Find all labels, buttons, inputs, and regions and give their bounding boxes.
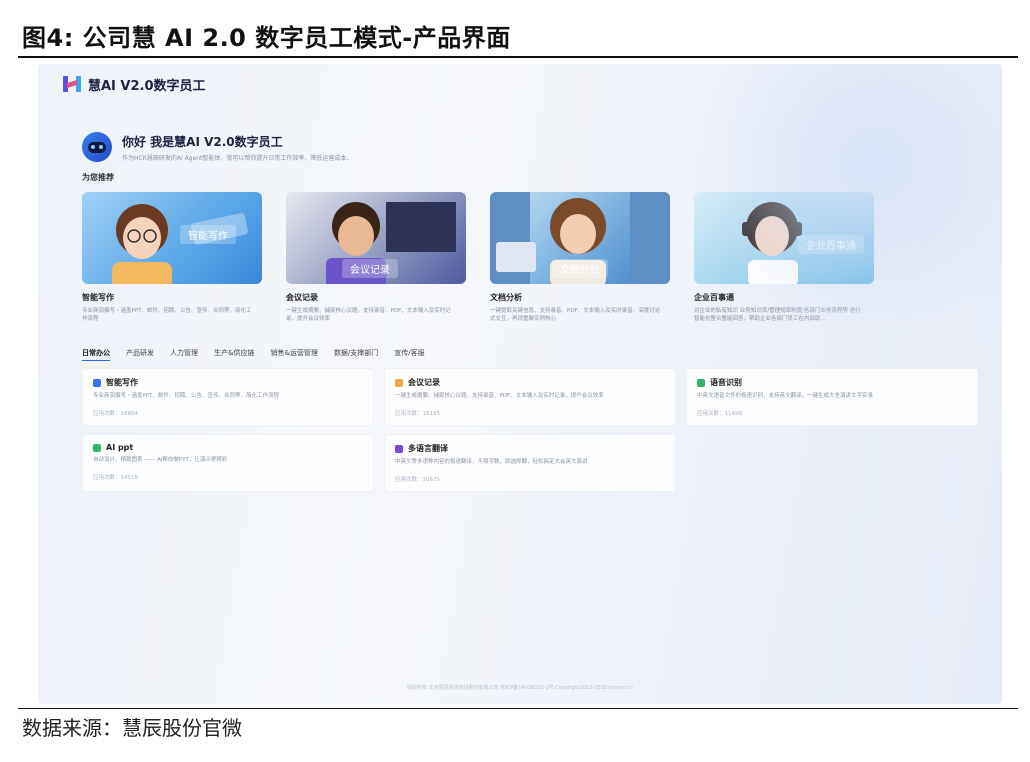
app-logo[interactable]: 慧AI V2.0数字员工 xyxy=(62,74,206,94)
tab-marketing[interactable]: 宣传/客服 xyxy=(394,348,424,361)
recommend-card-enterprise[interactable]: 企业百事通 企业百事通 对企业的私有知识 业务知识库/管理规章制度/各部门业务流… xyxy=(694,192,874,324)
tool-usage: 应用次数：11499 xyxy=(697,411,742,417)
tool-card-writing[interactable]: 智能写作 专业商润撰写・涵盖PPT、邮件、招聘、公告、宣传、合同等，简化工作流程… xyxy=(82,368,374,426)
tool-card-voice[interactable]: 语音识别 中英文语音文件的极速识别，支持英文翻译，一键生成大全演讲文字实录 应用… xyxy=(686,368,978,426)
top-rule xyxy=(18,56,1018,58)
recommend-heading: 为您推荐 xyxy=(82,173,114,182)
card-name: 文档分析 xyxy=(490,293,522,302)
tool-usage: 应用次数：16195 xyxy=(395,411,440,417)
translate-icon xyxy=(395,444,403,453)
recommend-card-document[interactable]: 文档分析 文档分析 一键提取关键信息、支持录音、PDF、文本输入及实时录音，深度… xyxy=(490,192,670,324)
card-name: 企业百事通 xyxy=(694,293,734,302)
greeting-block: 你好 我是慧AI V2.0数字员工 作为HCR慧辰研发的AI Agent智能体，… xyxy=(82,132,352,162)
tool-desc: 中英文等多语种内容的极速翻译，不限字数，即选即翻，轻松搞定大会英文演讲 xyxy=(395,459,588,465)
tool-name: 多语言翻译 xyxy=(408,444,448,453)
recommend-card-writing[interactable]: 智能写作 智能写作 专业商润撰写・涵盖PPT、邮件、招聘、公告、宣传、合同等，简… xyxy=(82,192,262,324)
tab-production[interactable]: 生产&供应链 xyxy=(214,348,254,361)
card-illustration: 会议记录 xyxy=(286,192,466,284)
card-illustration: 企业百事通 xyxy=(694,192,874,284)
pen-icon xyxy=(93,378,101,387)
meeting-icon xyxy=(395,378,403,387)
card-image-tag: 文档分析 xyxy=(552,259,608,278)
tool-name: 智能写作 xyxy=(106,378,138,387)
tab-hr[interactable]: 人力管理 xyxy=(170,348,198,361)
card-image-tag: 企业百事通 xyxy=(798,235,864,254)
card-desc: 一键生成摘要、捕捉核心议题。支持录音、PDF、文本输入及实时记录，提升会议效率 xyxy=(286,308,451,323)
greeting-title: 你好 我是慧AI V2.0数字员工 xyxy=(122,134,283,149)
tab-data-support[interactable]: 数据/支撑部门 xyxy=(334,348,378,361)
app-name: 慧AI V2.0数字员工 xyxy=(88,78,206,94)
brand-h-icon xyxy=(62,74,82,94)
card-name: 会议记录 xyxy=(286,293,318,302)
card-desc: 对企业的私有知识 业务知识库/管理规章制度/各部门业务流程等 进行智能化整合整能… xyxy=(694,308,861,323)
ppt-icon xyxy=(93,443,101,452)
tool-desc: 中英文语音文件的极速识别，支持英文翻译，一键生成大全演讲文字实录 xyxy=(697,393,874,399)
tool-desc: 专业商润撰写・涵盖PPT、邮件、招聘、公告、宣传、合同等，简化工作流程 xyxy=(93,393,279,399)
recommend-card-meeting[interactable]: 会议记录 会议记录 一键生成摘要、捕捉核心议题。支持录音、PDF、文本输入及实时… xyxy=(286,192,466,324)
tool-usage: 应用次数：16804 xyxy=(93,411,138,417)
tab-sales[interactable]: 销售&运营管理 xyxy=(270,348,317,361)
category-tabs: 日常办公 产品研发 人力管理 生产&供应链 销售&运营管理 数据/支撑部门 宣传… xyxy=(82,348,425,361)
tool-card-ppt[interactable]: AI ppt 自动设计，精致图表 —— AI帮你做PPT，让演示更精彩 应用次数… xyxy=(82,434,374,492)
tab-rnd[interactable]: 产品研发 xyxy=(126,348,154,361)
tool-card-translate[interactable]: 多语言翻译 中英文等多语种内容的极速翻译，不限字数，即选即翻，轻松搞定大会英文演… xyxy=(384,434,676,492)
tool-desc: 自动设计，精致图表 —— AI帮你做PPT，让演示更精彩 xyxy=(93,457,228,463)
card-desc: 一键提取关键信息、支持录音、PDF、文本输入及实时录音，深度讨论式交互，再现重聚… xyxy=(490,308,661,323)
card-image-tag: 会议记录 xyxy=(342,259,398,278)
card-name: 智能写作 xyxy=(82,293,114,302)
card-illustration: 文档分析 xyxy=(490,192,670,284)
app-screenshot: 慧AI V2.0数字员工 你好 我是慧AI V2.0数字员工 作为HCR慧辰研发… xyxy=(38,64,1002,704)
tool-card-meeting[interactable]: 会议记录 一键生成摘要、捕捉核心议题。支持录音、PDF、文本输入及实时记录，提升… xyxy=(384,368,676,426)
tool-desc: 一键生成摘要、捕捉核心议题。支持录音、PDF、文本输入及实时记录，提升会议效率 xyxy=(395,393,604,399)
tab-daily-office[interactable]: 日常办公 xyxy=(82,348,110,361)
robot-icon xyxy=(82,132,112,162)
card-illustration: 智能写作 xyxy=(82,192,262,284)
recommend-cards: 智能写作 智能写作 专业商润撰写・涵盖PPT、邮件、招聘、公告、宣传、合同等，简… xyxy=(82,192,874,324)
figure-source: 数据来源：慧辰股份官微 xyxy=(22,716,242,740)
greeting-subtitle: 作为HCR慧辰研发的AI Agent智能体，我可以帮你提升日常工作效率、降低运营… xyxy=(122,154,353,162)
card-image-tag: 智能写作 xyxy=(180,225,236,244)
voice-icon xyxy=(697,378,705,387)
figure-title: 图4: 公司慧 AI 2.0 数字员工模式-产品界面 xyxy=(22,24,511,52)
bottom-rule xyxy=(18,708,1018,709)
tool-grid: 智能写作 专业商润撰写・涵盖PPT、邮件、招聘、公告、宣传、合同等，简化工作流程… xyxy=(82,368,978,492)
tool-name: 语音识别 xyxy=(710,378,742,387)
tool-name: 会议记录 xyxy=(408,378,440,387)
card-desc: 专业商润撰写・涵盖PPT、邮件、招聘、公告、宣传、合同等，简化工作流程 xyxy=(82,308,252,323)
tool-usage: 应用次数：10675 xyxy=(395,477,440,483)
page-footer: 版权所有 北京慧辰资道资讯股份有限公司 京ICP备14026010-1号 Cop… xyxy=(407,685,633,691)
tool-name: AI ppt xyxy=(106,443,134,452)
tool-usage: 应用次数：14516 xyxy=(93,475,138,481)
